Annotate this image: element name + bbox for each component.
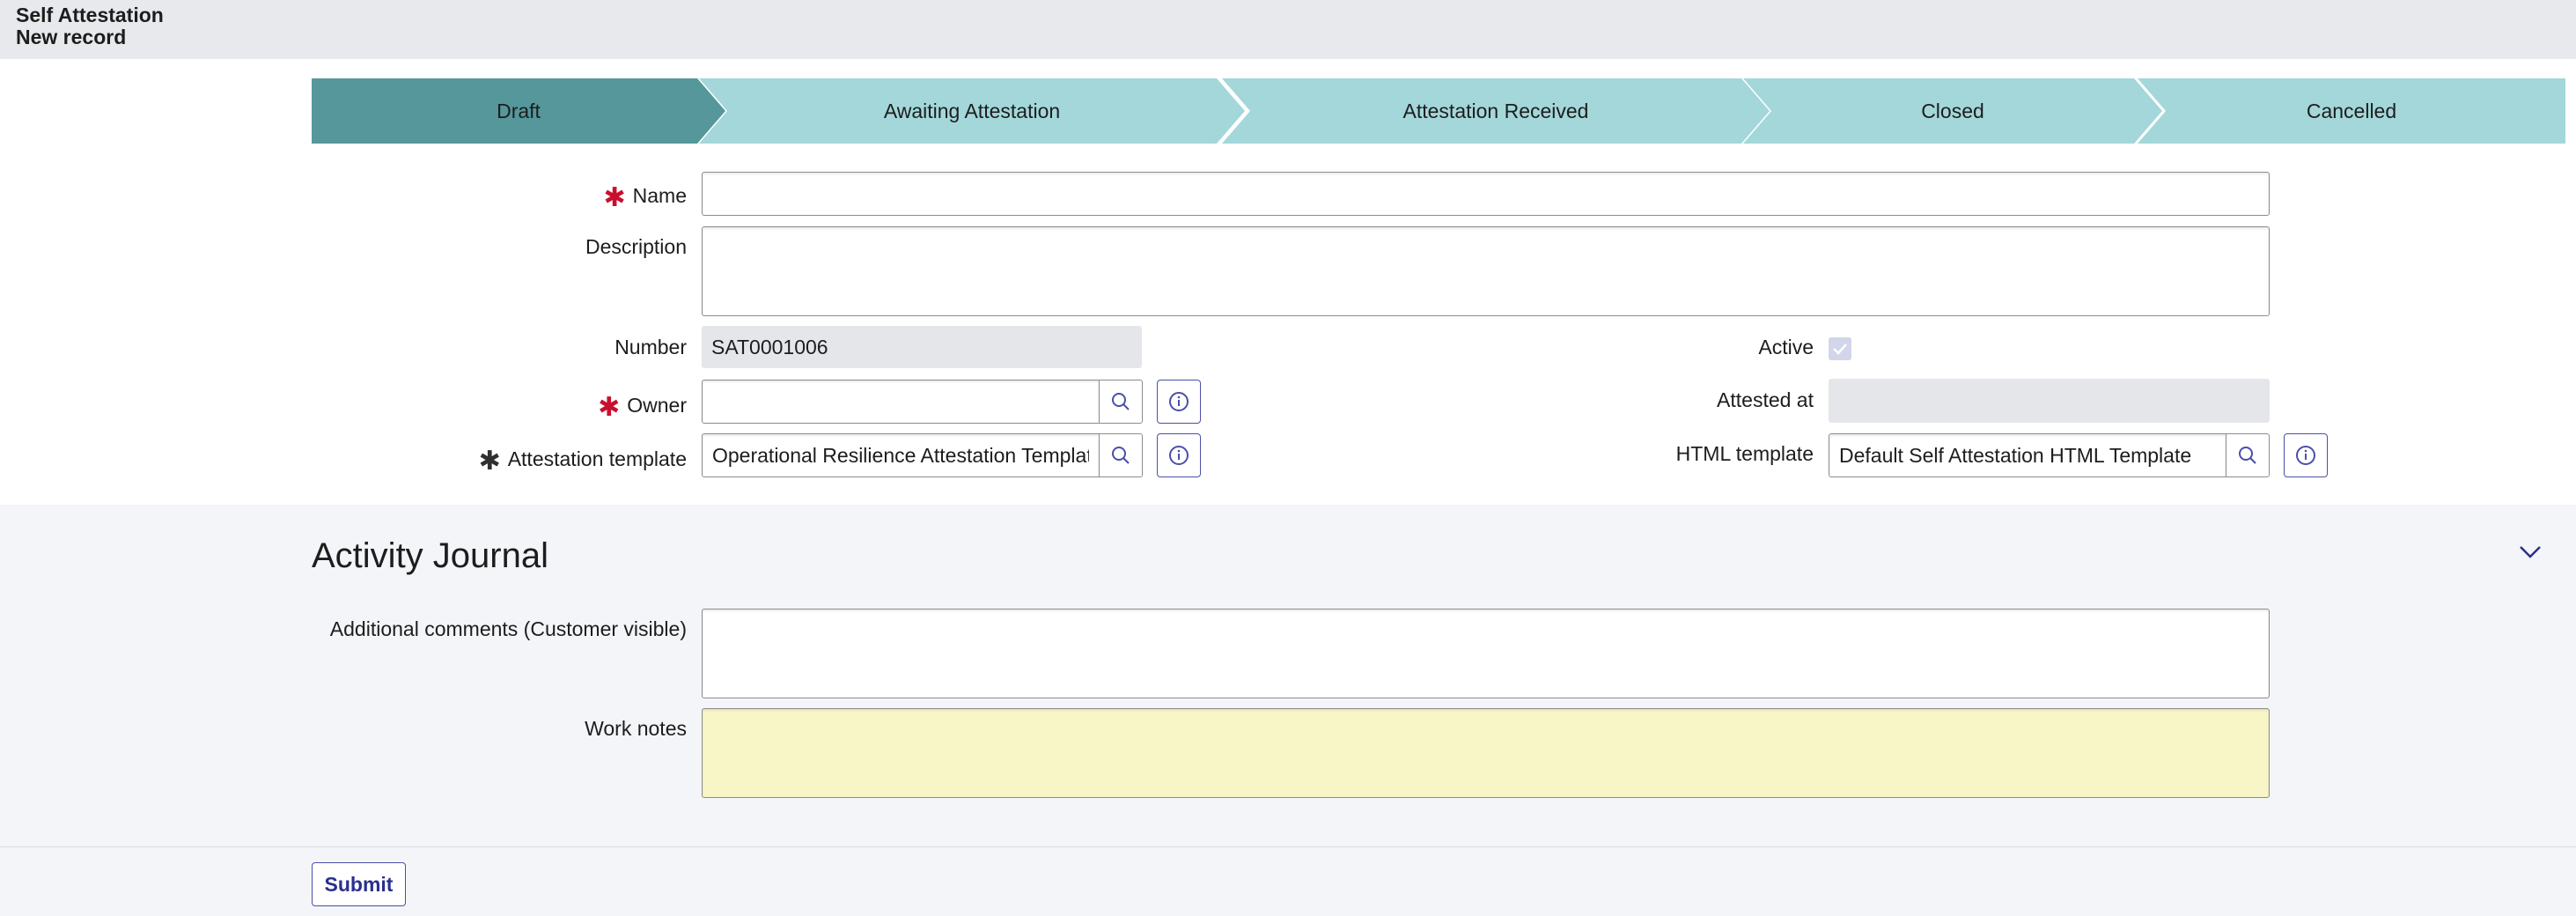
attestation-template-label-text: Attestation template [507, 447, 687, 470]
owner-info-button[interactable] [1157, 380, 1201, 424]
description-label: Description [585, 235, 687, 258]
stage-cancelled: Cancelled [2138, 78, 2565, 144]
stage-closed: Closed [1743, 78, 2162, 144]
required-icon: ✱ [598, 393, 621, 422]
name-label-text: Name [632, 184, 687, 207]
additional-comments-textarea[interactable] [702, 609, 2270, 698]
owner-label-text: Owner [627, 394, 687, 417]
info-icon [1169, 392, 1189, 411]
attested-at-field [1829, 379, 2270, 423]
record-title: Self Attestation [16, 4, 164, 26]
work-notes-label: Work notes [585, 717, 687, 740]
attestation-template-info-button[interactable] [1157, 433, 1201, 477]
stage-label: Awaiting Attestation [883, 99, 1061, 122]
info-icon [2296, 446, 2315, 465]
stage-awaiting-attestation: Awaiting Attestation [699, 78, 1245, 144]
number-field: SAT0001006 [702, 326, 1142, 368]
search-icon [2239, 447, 2256, 464]
attestation-template-lookup-button[interactable] [1099, 433, 1143, 477]
stage-label: Attestation Received [1402, 99, 1589, 122]
name-input[interactable] [702, 172, 2270, 216]
required-icon: ✱ [603, 183, 626, 212]
chevron-down-icon[interactable] [2518, 543, 2543, 561]
activity-journal-title: Activity Journal [312, 536, 548, 575]
submit-button[interactable]: Submit [312, 862, 406, 906]
html-template-input[interactable] [1829, 433, 2226, 477]
record-header: Self Attestation New record [0, 0, 2576, 59]
stage-label: Closed [1921, 99, 1984, 122]
html-template-lookup-button[interactable] [2226, 433, 2270, 477]
process-flow: Draft Awaiting Attestation Attestation R… [312, 78, 2565, 144]
work-notes-textarea[interactable] [702, 708, 2270, 798]
owner-label: ✱ Owner [598, 388, 687, 422]
info-icon [1169, 446, 1189, 465]
stage-draft: Draft [312, 78, 725, 144]
html-template-info-button[interactable] [2284, 433, 2328, 477]
search-icon [1112, 447, 1130, 464]
required-icon: ✱ [478, 447, 501, 476]
html-template-label: HTML template [1675, 442, 1814, 465]
attestation-template-input[interactable] [702, 433, 1100, 477]
record-subtitle: New record [16, 26, 127, 48]
attested-at-label: Attested at [1717, 388, 1814, 411]
owner-lookup-button[interactable] [1099, 380, 1143, 424]
active-label: Active [1758, 336, 1814, 358]
attestation-template-label: ✱ Attestation template [478, 442, 687, 476]
number-label: Number [615, 336, 687, 358]
stage-attestation-received: Attestation Received [1222, 78, 1770, 144]
stage-label: Cancelled [2306, 99, 2397, 122]
owner-input[interactable] [702, 380, 1100, 424]
checkmark-icon [1833, 344, 1847, 355]
search-icon [1112, 393, 1130, 410]
additional-comments-label: Additional comments (Customer visible) [329, 617, 687, 640]
description-textarea[interactable] [702, 226, 2270, 316]
stage-label: Draft [497, 99, 541, 122]
active-checkbox[interactable] [1829, 337, 1851, 360]
name-label: ✱ Name [603, 179, 688, 212]
